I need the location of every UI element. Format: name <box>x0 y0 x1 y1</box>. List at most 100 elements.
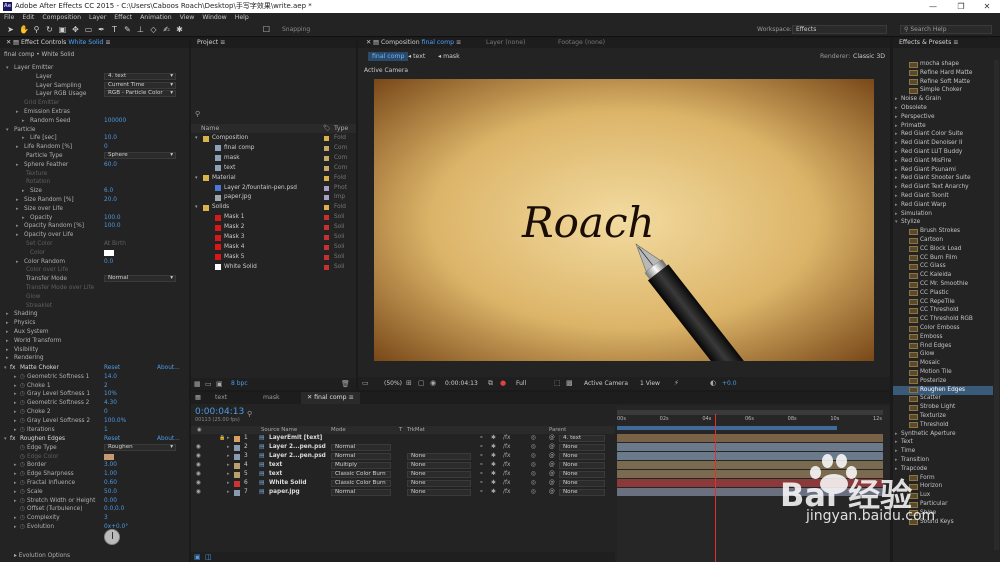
expand-triangle-icon[interactable]: ▸ <box>895 148 898 157</box>
color-swatch[interactable] <box>104 249 114 256</box>
ec-param-select[interactable]: 4. text ▾ <box>104 72 176 80</box>
collapse-icon[interactable]: ✱ <box>491 434 496 443</box>
expand-triangle-icon[interactable]: ▾ <box>195 203 198 212</box>
layer-duration-bar[interactable] <box>617 443 883 451</box>
expand-triangle-icon[interactable]: ▸ <box>227 443 230 452</box>
composition-tab[interactable]: ✕ ▤ Composition final comp ≡ <box>366 38 461 48</box>
ec-param-row[interactable]: ▸ Size over Life <box>0 205 189 213</box>
expand-triangle-icon[interactable]: ▸ <box>895 183 898 192</box>
matte-choker-param-value[interactable]: 4.30 <box>104 399 117 407</box>
ec-param-row[interactable]: Set Color At Birth <box>0 240 189 248</box>
evolution-dial[interactable] <box>104 529 120 545</box>
close-icon[interactable]: ✕ <box>974 0 1000 13</box>
label-color-swatch[interactable] <box>324 205 329 211</box>
label-column-icon[interactable]: 🏷 <box>323 124 331 133</box>
fx-switch-icon[interactable]: ∕fx <box>503 470 510 479</box>
expand-triangle-icon[interactable]: ▸ <box>895 174 898 183</box>
expand-triangle-icon[interactable]: ▾ <box>895 218 898 227</box>
expand-triangle-icon[interactable]: ▸ <box>14 479 17 487</box>
av-features-icon[interactable]: ◉ <box>197 426 202 434</box>
expand-triangle-icon[interactable]: ▸ <box>14 373 17 381</box>
menu-file[interactable]: File <box>0 13 18 23</box>
label-color-swatch[interactable] <box>324 264 329 270</box>
roughen-edges-param-value[interactable]: 50.0 <box>104 488 117 496</box>
matte-choker-param-value[interactable]: 100.0% <box>104 417 126 425</box>
roughen-edges-about-button[interactable]: About... <box>157 435 180 443</box>
roto-brush-tool-icon[interactable]: ✍ <box>162 25 171 34</box>
time-ruler[interactable]: 00s 02s 04s 06s 08s 10s 12s <box>617 416 883 426</box>
expand-triangle-icon[interactable]: ▸ <box>895 201 898 210</box>
effects-item[interactable]: Cartoon <box>893 236 993 245</box>
fx-switch-icon[interactable]: ∕fx <box>503 479 510 488</box>
expand-triangle-icon[interactable]: ▾ <box>195 174 198 183</box>
ec-param-row[interactable]: ▸ Color Random 0.0 <box>0 258 189 266</box>
camera-icon[interactable]: ◉ <box>430 379 436 387</box>
matte-choker-param-value[interactable]: 10% <box>104 390 117 398</box>
expand-triangle-icon[interactable]: ▸ <box>16 196 19 204</box>
rectangle-tool-icon[interactable]: ▭ <box>84 25 93 34</box>
effects-item[interactable]: Find Edges <box>893 342 993 351</box>
effects-item[interactable]: Posterize <box>893 377 993 386</box>
expand-triangle-icon[interactable]: ▸ <box>22 117 25 125</box>
ec-param-row[interactable]: Layer Sampling Current Time ▾ <box>0 81 189 90</box>
effects-item[interactable]: Mosaic <box>893 359 993 368</box>
stopwatch-icon[interactable]: ◷ <box>20 399 25 407</box>
snapshot-icon[interactable]: ⧉ <box>488 379 493 388</box>
ec-param-row[interactable]: Transfer Mode Normal ▾ <box>0 275 189 283</box>
timeline-tab-text[interactable]: text <box>215 394 227 401</box>
matte-choker-param-row[interactable]: ▸ ◷ Geometric Softness 1 14.0 <box>0 373 189 381</box>
effects-item[interactable]: Motion Tile <box>893 368 993 377</box>
expand-triangle-icon[interactable]: ▸ <box>227 461 230 470</box>
stopwatch-icon[interactable]: ◷ <box>20 488 25 496</box>
timeline-layer-row[interactable]: ◉ ▸ 5 ▤ text Classic Color Burn None ⚬ ✱ ∕fx ◎ @ Non… <box>191 470 615 479</box>
ec-param-row[interactable]: Color over Life <box>0 266 189 274</box>
ec-param-row[interactable]: Rotation <box>0 178 189 186</box>
3d-layer-icon[interactable]: ◎ <box>531 452 536 461</box>
label-color-swatch[interactable] <box>324 235 329 240</box>
label-color-swatch[interactable] <box>324 244 329 250</box>
expand-triangle-icon[interactable]: ▾ <box>6 64 9 72</box>
expand-triangle-icon[interactable]: ▸ <box>895 166 898 175</box>
stopwatch-icon[interactable]: ◷ <box>20 523 25 531</box>
ec-param-row[interactable]: ▸ Random Seed 100000 <box>0 117 189 125</box>
footage-viewer-tab[interactable]: Footage (none) <box>558 38 605 48</box>
stopwatch-icon[interactable]: ◷ <box>20 444 25 452</box>
time-navigator[interactable] <box>617 410 883 415</box>
expand-triangle-icon[interactable]: ▸ <box>6 310 9 318</box>
stopwatch-icon[interactable]: ◷ <box>20 373 25 381</box>
ec-param-select[interactable]: Sphere ▾ <box>104 152 176 159</box>
ec-param-row[interactable]: ▸ Rendering <box>0 354 189 362</box>
expand-triangle-icon[interactable]: ▸ <box>14 426 17 434</box>
expand-triangle-icon[interactable]: ▸ <box>16 231 19 239</box>
effect-controls-tab[interactable]: ✕ ▤ Effect Controls White Solid ≡ <box>0 38 189 48</box>
layer-duration-bar[interactable] <box>617 434 883 442</box>
layer-mode-select[interactable]: Normal <box>331 489 391 496</box>
transparency-grid-icon[interactable]: ▩ <box>566 379 573 387</box>
expand-triangle-icon[interactable]: ▸ <box>16 108 19 116</box>
roughen-edges-param-row[interactable]: ▸ ◷ Fractal Influence 0.60 <box>0 479 189 487</box>
3d-layer-icon[interactable]: ◎ <box>531 434 536 443</box>
label-color-swatch[interactable] <box>324 155 329 161</box>
effects-category[interactable]: ▸ Red Giant MisFire <box>893 157 993 166</box>
stopwatch-icon[interactable]: ◷ <box>20 453 25 461</box>
layer-trkmat-select[interactable]: None <box>407 480 471 487</box>
timeline-layer-row[interactable]: 🔒 ▸ 1 ▤ LayerEmit [text] ⚬ ✱ ∕fx ◎ @4. text <box>191 434 615 443</box>
shy-icon[interactable]: ⚬ <box>479 479 484 488</box>
stopwatch-icon[interactable]: ◷ <box>20 417 25 425</box>
visibility-eye-icon[interactable]: ◉ <box>196 479 201 488</box>
project-item[interactable]: Layer 2/fountain-pen.psd Phot <box>191 184 356 193</box>
expand-triangle-icon[interactable]: ▸ <box>14 417 17 425</box>
effects-category[interactable]: ▸ Red Giant Warp <box>893 201 993 210</box>
label-color-swatch[interactable] <box>324 215 329 221</box>
layer-mode-select[interactable]: Multiply <box>331 462 391 469</box>
ec-param-value[interactable]: 100.0 <box>104 214 121 222</box>
shy-icon[interactable]: ⚬ <box>479 470 484 479</box>
layer-parent-select[interactable]: None <box>559 453 605 460</box>
eraser-tool-icon[interactable]: ◇ <box>149 25 158 34</box>
stopwatch-icon[interactable]: ◷ <box>20 497 25 505</box>
expand-triangle-icon[interactable]: ▸ <box>16 205 19 213</box>
ec-param-row[interactable]: ▸ Opacity 100.0 <box>0 214 189 222</box>
roughen-edges-param-row[interactable]: ▸ ◷ Stretch Width or Height 0.00 <box>0 497 189 505</box>
expand-triangle-icon[interactable]: ▸ <box>227 470 230 479</box>
3d-layer-icon[interactable]: ◎ <box>531 488 536 497</box>
